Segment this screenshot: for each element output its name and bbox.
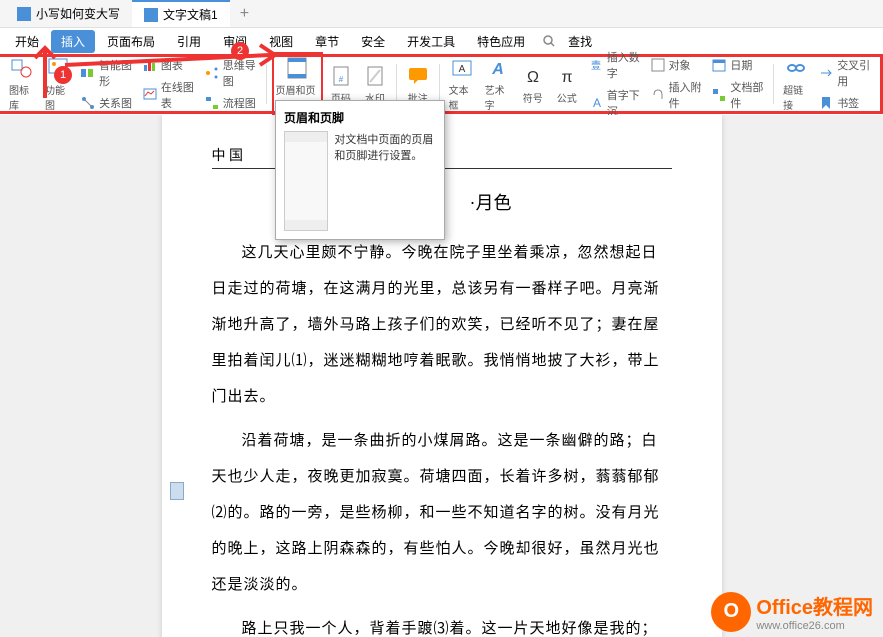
- ribbon-label: 插入数字: [607, 49, 642, 81]
- ribbon-label: 交叉引用: [837, 57, 872, 89]
- cross-ref-button[interactable]: 交叉引用: [815, 55, 875, 91]
- svg-text:#: #: [339, 75, 344, 84]
- online-chart-button[interactable]: 在线图表: [139, 77, 199, 113]
- svg-text:Ω: Ω: [527, 69, 539, 86]
- logo-icon: O: [711, 592, 751, 632]
- callout-marker-2: 2: [231, 42, 249, 60]
- tooltip-title: 页眉和页脚: [284, 109, 436, 126]
- wordart-icon: A: [486, 56, 510, 80]
- parts-icon: [711, 87, 727, 103]
- ribbon-label: 关系图: [99, 95, 132, 111]
- doc-icon: [144, 8, 158, 22]
- ribbon-label: 在线图表: [161, 79, 196, 111]
- header-footer-icon: [285, 56, 309, 80]
- document-tabs-bar: 小写如何变大写 文字文稿1 +: [0, 0, 883, 28]
- ribbon-label: 对象: [669, 57, 691, 73]
- online-chart-icon: [142, 87, 158, 103]
- ribbon-label: 插入附件: [669, 79, 704, 111]
- doc-parts-button[interactable]: 文档部件: [708, 77, 768, 113]
- tab-label: 文字文稿1: [163, 6, 218, 23]
- textbox-icon: A: [450, 56, 474, 80]
- crossref-icon: [818, 65, 834, 81]
- flowchart-icon: [204, 95, 220, 111]
- page-break-indicator: [170, 482, 184, 500]
- paperclip-icon: [650, 87, 666, 103]
- svg-text:A: A: [491, 61, 504, 78]
- menu-special[interactable]: 特色应用: [467, 30, 535, 53]
- site-logo: O Office教程网 www.office26.com: [711, 591, 873, 632]
- svg-text:壹: 壹: [591, 59, 601, 72]
- watermark-icon: [363, 64, 387, 88]
- object-button[interactable]: 对象: [647, 55, 707, 75]
- tab-label: 小写如何变大写: [36, 5, 120, 22]
- menu-dev-tools[interactable]: 开发工具: [397, 30, 465, 53]
- calendar-icon: [711, 57, 727, 73]
- flowchart-button[interactable]: 流程图: [201, 93, 261, 113]
- ribbon-label: 日期: [730, 57, 752, 73]
- formula-icon: π: [555, 64, 579, 88]
- wordart-button[interactable]: A 艺术字: [481, 54, 515, 114]
- object-icon: [650, 57, 666, 73]
- add-tab-button[interactable]: +: [230, 1, 259, 27]
- doc-paragraph: 沿着荷塘，是一条曲折的小煤屑路。这是一条幽僻的路；白天也少人走，夜晚更加寂寞。荷…: [212, 423, 672, 603]
- symbol-icon: Ω: [521, 64, 545, 88]
- ribbon-label: 超链接: [783, 82, 809, 112]
- hyperlink-button[interactable]: 超链接: [779, 54, 813, 114]
- ribbon-label: 艺术字: [485, 82, 511, 112]
- textbox-button[interactable]: A 文本框: [445, 54, 479, 114]
- symbol-button[interactable]: Ω 符号: [517, 62, 549, 107]
- tooltip-description: 对文档中页面的页眉和页脚进行设置。: [334, 131, 436, 231]
- bookmark-button[interactable]: 书签: [815, 93, 875, 113]
- separator: [266, 64, 267, 104]
- bookmark-icon: [818, 95, 834, 111]
- attachment-button[interactable]: 插入附件: [647, 77, 707, 113]
- callout-marker-1: 1: [54, 66, 72, 84]
- doc-paragraph: 这几天心里颇不宁静。今晚在院子里坐着乘凉，忽然想起日日走过的荷塘，在这满月的光里…: [212, 235, 672, 415]
- doc-paragraph: 路上只我一个人，背着手踱⑶着。这一片天地好像是我的；我也像超出了平常的自己，到了…: [212, 611, 672, 637]
- menu-chapter[interactable]: 章节: [305, 30, 349, 53]
- svg-text:A: A: [458, 64, 465, 75]
- logo-text: Office教程网: [756, 591, 873, 620]
- dropcap-icon: A: [588, 95, 604, 111]
- document-tab-1[interactable]: 小写如何变大写: [5, 1, 132, 26]
- tooltip-thumbnail: [284, 131, 328, 231]
- separator: [773, 64, 774, 104]
- link-icon: [784, 56, 808, 80]
- relationship-diagram-button[interactable]: 关系图: [77, 93, 137, 113]
- page-number-icon: #: [329, 64, 353, 88]
- number-icon: 壹: [588, 57, 604, 73]
- document-tab-2[interactable]: 文字文稿1: [132, 0, 230, 27]
- insert-number-button[interactable]: 壹 插入数字: [585, 47, 645, 83]
- header-footer-tooltip: 页眉和页脚 对文档中页面的页眉和页脚进行设置。: [275, 100, 445, 240]
- search-icon[interactable]: [542, 34, 556, 48]
- separator: [439, 64, 440, 104]
- svg-text:π: π: [561, 69, 572, 86]
- separator: [396, 64, 397, 104]
- ribbon-label: 符号: [523, 90, 543, 105]
- ribbon-label: 流程图: [223, 95, 256, 111]
- date-button[interactable]: 日期: [708, 55, 768, 75]
- relation-icon: [80, 95, 96, 111]
- logo-url: www.office26.com: [756, 620, 873, 632]
- ribbon-label: 书签: [837, 95, 859, 111]
- ribbon-label: 公式: [557, 90, 577, 105]
- comment-icon: [406, 64, 430, 88]
- ribbon-label: 文本框: [449, 82, 475, 112]
- menu-security[interactable]: 安全: [351, 30, 395, 53]
- doc-icon: [17, 7, 31, 21]
- ribbon-label: 文档部件: [730, 79, 765, 111]
- svg-text:A: A: [593, 96, 601, 110]
- formula-button[interactable]: π 公式: [551, 62, 583, 107]
